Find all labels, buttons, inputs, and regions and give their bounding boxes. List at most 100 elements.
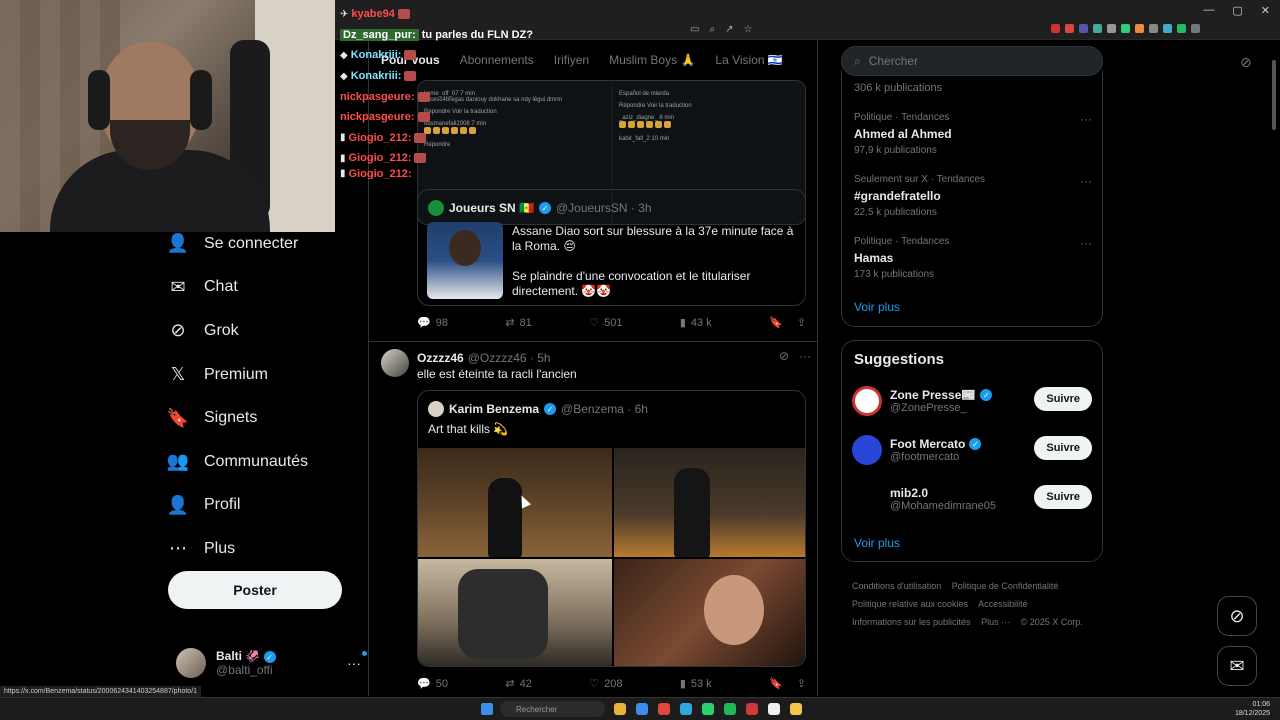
- mail-icon: ✉: [170, 276, 186, 297]
- trends-see-more-link[interactable]: Voir plus: [854, 300, 900, 314]
- player-photo[interactable]: [427, 222, 503, 299]
- author-handle[interactable]: @Ozzzz46 · 5h: [468, 351, 551, 365]
- photo[interactable]: [613, 559, 805, 666]
- footer-link[interactable]: Politique relative aux cookies: [852, 599, 968, 609]
- share-icon[interactable]: ⇪: [797, 677, 806, 690]
- more-dots-icon[interactable]: ···: [1080, 174, 1092, 188]
- reply-button[interactable]: 💬 50: [417, 677, 448, 691]
- scrollbar[interactable]: [1272, 60, 1276, 130]
- more-dots-icon[interactable]: ···: [347, 651, 367, 671]
- tab-la-vision[interactable]: La Vision 🇮🇱: [715, 53, 782, 67]
- footer-link[interactable]: Informations sur les publicités: [852, 617, 971, 627]
- bookmark-icon[interactable]: 🔖: [769, 316, 783, 329]
- footer-link[interactable]: Politique de Confidentialité: [952, 581, 1059, 591]
- telegram-icon[interactable]: [680, 703, 692, 715]
- windows-start-icon[interactable]: [481, 703, 493, 715]
- share-icon[interactable]: ⇪: [797, 316, 806, 329]
- zoom-icon[interactable]: ⌕: [709, 24, 715, 35]
- like-button[interactable]: ♡ 501: [589, 316, 622, 330]
- quoted-tweet[interactable]: Karim Benzema ✓ @Benzema · 6h Art that k…: [417, 390, 806, 667]
- footer-link[interactable]: Plus ···: [981, 617, 1010, 627]
- taskbar-search[interactable]: Rechercher: [500, 701, 605, 717]
- nav-item-bookmarks[interactable]: 🔖 Signets: [167, 396, 358, 440]
- bookmark-star-icon[interactable]: ☆: [743, 24, 752, 35]
- avatar: [428, 401, 444, 417]
- more-dots-icon[interactable]: ···: [1080, 236, 1092, 250]
- follow-button[interactable]: Suivre: [1034, 436, 1092, 460]
- folder-icon[interactable]: [614, 703, 626, 715]
- suggestion-item[interactable]: Foot Mercato ✓ @footmercato Suivre: [852, 432, 1092, 468]
- photo[interactable]: [418, 559, 612, 666]
- more-dots-icon[interactable]: ···: [1080, 112, 1092, 126]
- follow-button[interactable]: Suivre: [1034, 387, 1092, 411]
- minimize-icon[interactable]: —: [1203, 4, 1214, 17]
- search-box[interactable]: ⌕ Chercher: [841, 46, 1103, 76]
- trend-item[interactable]: Politique · Tendances Hamas 173 k public…: [854, 236, 1094, 280]
- extension-icon[interactable]: [1065, 24, 1074, 33]
- messages-fab-button[interactable]: ✉: [1217, 646, 1257, 686]
- quoted-author-name: Joueurs SN 🇸🇳: [449, 201, 534, 215]
- nav-item-communities[interactable]: 👥 Communautés: [167, 440, 358, 484]
- tweet-header: Ozzzz46 @Ozzzz46 · 5h: [417, 351, 551, 365]
- close-icon[interactable]: ✕: [1261, 4, 1270, 17]
- nav-label: Profil: [204, 496, 241, 514]
- extension-icon[interactable]: [1121, 24, 1130, 33]
- app-icon[interactable]: [746, 703, 758, 715]
- tab-irifiyen[interactable]: Irifiyen: [554, 53, 589, 67]
- trend-item[interactable]: Politique · Tendances Ahmed al Ahmed 97,…: [854, 112, 1094, 156]
- spotify-icon[interactable]: [724, 703, 736, 715]
- post-button[interactable]: Poster: [168, 571, 342, 609]
- block-icon[interactable]: ⊘: [1240, 54, 1252, 71]
- whatsapp-icon[interactable]: [702, 703, 714, 715]
- screen-icon[interactable]: ▭: [690, 24, 699, 35]
- avatar[interactable]: [381, 349, 409, 377]
- clock[interactable]: 01:06 18/12/2025: [1235, 700, 1270, 718]
- extension-icon[interactable]: [1149, 24, 1158, 33]
- brave-icon[interactable]: [658, 703, 670, 715]
- extension-icon[interactable]: [1107, 24, 1116, 33]
- nav-item-login[interactable]: 👤 Se connecter: [167, 222, 358, 266]
- nav-item-profile[interactable]: 👤 Profil: [167, 484, 358, 528]
- views-button[interactable]: ▮ 53 k: [680, 677, 712, 691]
- trend-item[interactable]: Seulement sur X · Tendances #grandefrate…: [854, 174, 1094, 218]
- verified-icon: ✓: [263, 651, 276, 664]
- bookmark-icon[interactable]: 🔖: [769, 677, 783, 690]
- repost-button[interactable]: ⇄ 42: [505, 677, 531, 691]
- maximize-icon[interactable]: ▢: [1232, 4, 1242, 17]
- footer-link[interactable]: Conditions d'utilisation: [852, 581, 941, 591]
- account-switcher[interactable]: Balti 🦑 ✓ @balti_offi ···: [176, 645, 367, 681]
- author-name[interactable]: Ozzzz46: [417, 351, 464, 365]
- grok-fab-button[interactable]: ⊘: [1217, 596, 1257, 636]
- suggestion-handle: @Mohamedimrane05: [890, 500, 996, 512]
- extension-icon[interactable]: [1135, 24, 1144, 33]
- photo[interactable]: [418, 448, 612, 557]
- footer-link[interactable]: Accessibilité: [978, 599, 1028, 609]
- nav-item-chat[interactable]: ✉ Chat: [168, 266, 358, 310]
- app-icon[interactable]: [768, 703, 780, 715]
- follow-button[interactable]: Suivre: [1034, 485, 1092, 509]
- extension-icon[interactable]: [1177, 24, 1186, 33]
- app-icon[interactable]: [790, 703, 802, 715]
- quoted-tweet[interactable]: Joueurs SN 🇸🇳 ✓ @JoueursSN · 3h Assane D…: [417, 189, 806, 306]
- suggestion-item[interactable]: mib2.0 @Mohamedimrane05 Suivre: [852, 481, 1092, 517]
- repost-button[interactable]: ⇄ 81: [505, 316, 531, 330]
- share-icon[interactable]: ↗: [725, 24, 733, 35]
- extension-icon[interactable]: [1051, 24, 1060, 33]
- block-icon[interactable]: ⊘: [779, 349, 789, 363]
- reply-button[interactable]: 💬 98: [417, 316, 448, 330]
- like-button[interactable]: ♡ 208: [589, 677, 622, 691]
- photo[interactable]: [613, 448, 805, 557]
- nav-item-grok[interactable]: ⊘ Grok: [168, 309, 358, 353]
- extension-icon[interactable]: [1079, 24, 1088, 33]
- suggestions-see-more-link[interactable]: Voir plus: [854, 536, 900, 550]
- tab-muslim-boys[interactable]: Muslim Boys 🙏: [609, 53, 695, 67]
- extension-icon[interactable]: [1093, 24, 1102, 33]
- views-button[interactable]: ▮ 43 k: [680, 316, 712, 330]
- extension-icon[interactable]: [1163, 24, 1172, 33]
- nav-item-more[interactable]: ⋯ Plus: [168, 527, 358, 571]
- nav-item-premium[interactable]: 𝕏 Premium: [168, 353, 358, 397]
- more-dots-icon[interactable]: ···: [799, 349, 811, 363]
- suggestion-item[interactable]: Zone Presse📰 ✓ @ZonePresse_ Suivre: [852, 383, 1092, 419]
- extension-icon[interactable]: [1191, 24, 1200, 33]
- store-icon[interactable]: [636, 703, 648, 715]
